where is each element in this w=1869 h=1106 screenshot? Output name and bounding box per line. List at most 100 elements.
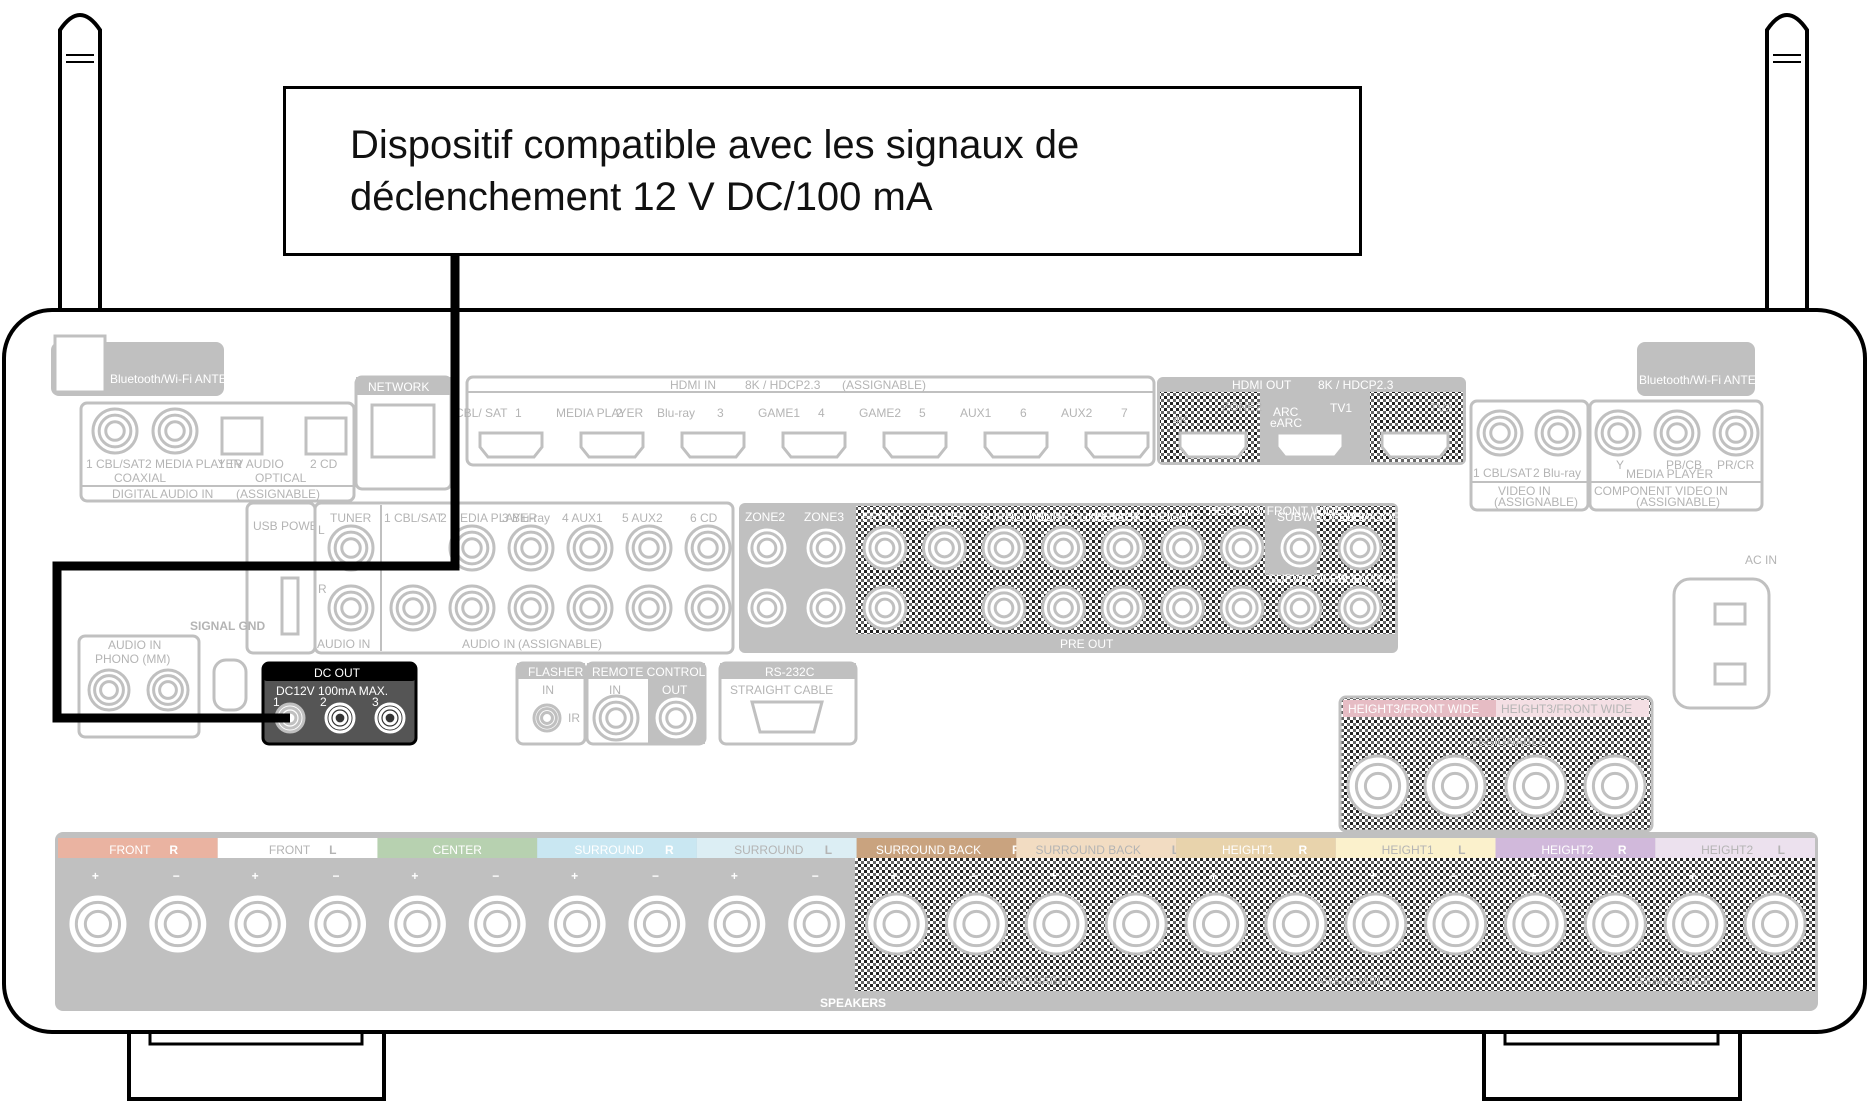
hdmi-in-port-4[interactable]: [781, 431, 847, 459]
remote-in-jack[interactable]: [592, 694, 640, 742]
height3-terminal-3[interactable]: [1504, 754, 1568, 818]
zone-r-jack[interactable]: [803, 585, 849, 631]
pre-out-height2-label: HEIGHT2: [1150, 510, 1202, 524]
speaker-terminal-minus[interactable]: [1264, 892, 1328, 956]
dc-out-jack-2[interactable]: [324, 702, 356, 734]
zone-l-jack[interactable]: [803, 525, 849, 571]
speaker-terminal-plus[interactable]: [1184, 892, 1248, 956]
audio-in-r-jack[interactable]: [566, 584, 614, 632]
speaker-terminal-minus[interactable]: [1424, 892, 1488, 956]
hdmi-in-port-3[interactable]: [680, 431, 746, 459]
remote-out-jack[interactable]: [652, 694, 700, 742]
height3-terminal-2[interactable]: [1423, 754, 1487, 818]
speaker-group-label: HEIGHT2: [1541, 843, 1593, 857]
hdmi-in-port-5[interactable]: [882, 431, 948, 459]
speaker-terminal-plus[interactable]: [705, 892, 769, 956]
phono-r-jack[interactable]: [146, 668, 190, 712]
audio-in-r-jack[interactable]: [389, 584, 437, 632]
speaker-group-label: SURROUND BACK: [1036, 843, 1141, 857]
hdmi-in-port-1[interactable]: [478, 431, 544, 459]
hdmi-out-tv2-port[interactable]: [1380, 431, 1450, 459]
speaker-terminal-plus[interactable]: [865, 892, 929, 956]
audio-in-l-jack[interactable]: [684, 524, 732, 572]
plus-icon: +: [1370, 869, 1377, 883]
pre-out-jack[interactable]: [981, 525, 1027, 571]
pre-out-jack[interactable]: [1219, 585, 1265, 631]
speaker-terminal-plus[interactable]: [1024, 892, 1088, 956]
subwoofer-2-jack[interactable]: [1337, 525, 1383, 571]
speaker-terminal-minus[interactable]: [944, 892, 1008, 956]
speaker-assignable-label: ASSIGNABLE: [1316, 974, 1392, 988]
speaker-terminal-plus[interactable]: [1503, 892, 1567, 956]
speaker-terminal-plus[interactable]: [66, 892, 130, 956]
hdmi-out-zone2-port[interactable]: [1178, 431, 1248, 459]
phono-sub: PHONO (MM): [95, 652, 170, 666]
pre-out-jack[interactable]: [1160, 585, 1205, 631]
coaxial-jack-1[interactable]: [91, 407, 139, 455]
height3-terminal-4[interactable]: [1583, 754, 1647, 818]
pre-out-jack[interactable]: [862, 585, 908, 631]
audio-in-l-jack[interactable]: [566, 524, 614, 572]
pre-out-jack[interactable]: [1100, 525, 1146, 571]
zone-l-jack[interactable]: [744, 525, 790, 571]
hdmi-in-title: HDMI IN: [670, 378, 716, 392]
speaker-terminal-minus[interactable]: [146, 892, 210, 956]
component-pr-jack[interactable]: [1712, 409, 1760, 457]
audio-in-r-jack[interactable]: [448, 584, 496, 632]
audio-in-l-jack[interactable]: [625, 524, 673, 572]
subwoofer-4-label: SUBWOOFER 4: [1337, 572, 1426, 586]
minus-icon: −: [1291, 869, 1298, 883]
hdmi-in-port-7[interactable]: [1084, 431, 1150, 459]
subwoofer-3-jack[interactable]: [1277, 585, 1323, 631]
speaker-terminal-minus[interactable]: [306, 892, 370, 956]
speaker-terminal-plus[interactable]: [385, 892, 449, 956]
ac-in-socket[interactable]: [1672, 577, 1771, 710]
speaker-terminal-minus[interactable]: [625, 892, 689, 956]
hdmi-in-port-6[interactable]: [983, 431, 1049, 459]
component-pb-jack[interactable]: [1653, 409, 1701, 457]
speaker-terminal-minus[interactable]: [1583, 892, 1647, 956]
video-in-jack-1[interactable]: [1476, 409, 1524, 457]
speaker-terminal-minus[interactable]: [1743, 892, 1807, 956]
signal-gnd-terminal[interactable]: [212, 658, 248, 712]
dc-out-jack-3[interactable]: [374, 702, 406, 734]
audio-in-l-jack[interactable]: [507, 524, 555, 572]
pre-out-jack[interactable]: [922, 525, 967, 571]
subwoofer-4-jack[interactable]: [1337, 585, 1383, 631]
pre-out-jack[interactable]: [1160, 525, 1205, 571]
phono-title: AUDIO IN: [108, 638, 161, 652]
flasher-in-jack[interactable]: [532, 703, 562, 733]
pre-out-jack[interactable]: [981, 585, 1027, 631]
subwoofer-1-jack[interactable]: [1277, 525, 1323, 571]
speaker-group-label: HEIGHT2: [1701, 843, 1753, 857]
speaker-terminal-plus[interactable]: [545, 892, 609, 956]
pre-out-jack[interactable]: [1041, 585, 1086, 631]
speaker-terminal-minus[interactable]: [785, 892, 849, 956]
pre-out-jack[interactable]: [1100, 585, 1146, 631]
hdmi-in-port-2[interactable]: [579, 431, 645, 459]
speaker-group-label: SURROUND: [734, 843, 804, 857]
tuner-r-jack[interactable]: [327, 584, 375, 632]
speaker-terminal-plus[interactable]: [1663, 892, 1727, 956]
audio-in-r-jack[interactable]: [684, 584, 732, 632]
speaker-terminal-minus[interactable]: [465, 892, 529, 956]
speaker-terminal-plus[interactable]: [1344, 892, 1408, 956]
zone-r-jack[interactable]: [744, 585, 790, 631]
component-y-jack[interactable]: [1594, 409, 1642, 457]
speaker-terminal-plus[interactable]: [226, 892, 290, 956]
hdmi-out-tv1-port[interactable]: [1275, 431, 1345, 459]
pre-out-jack[interactable]: [1041, 525, 1086, 571]
video-in-jack-2[interactable]: [1534, 409, 1582, 457]
pre-out-front-label: FRONT: [862, 510, 904, 524]
pre-out-jack[interactable]: [862, 525, 908, 571]
pre-out-title: PRE OUT: [1060, 637, 1114, 651]
phono-l-jack[interactable]: [87, 668, 131, 712]
height3-terminal-1[interactable]: [1346, 754, 1410, 818]
coaxial-jack-2[interactable]: [151, 407, 199, 455]
audio-in-r-jack[interactable]: [507, 584, 555, 632]
hdmi-in-spec: 8K / HDCP2.3: [745, 378, 821, 392]
left-foot: [127, 1032, 386, 1101]
speaker-terminal-minus[interactable]: [1104, 892, 1168, 956]
audio-in-r-jack[interactable]: [625, 584, 673, 632]
pre-out-jack[interactable]: [1219, 525, 1265, 571]
